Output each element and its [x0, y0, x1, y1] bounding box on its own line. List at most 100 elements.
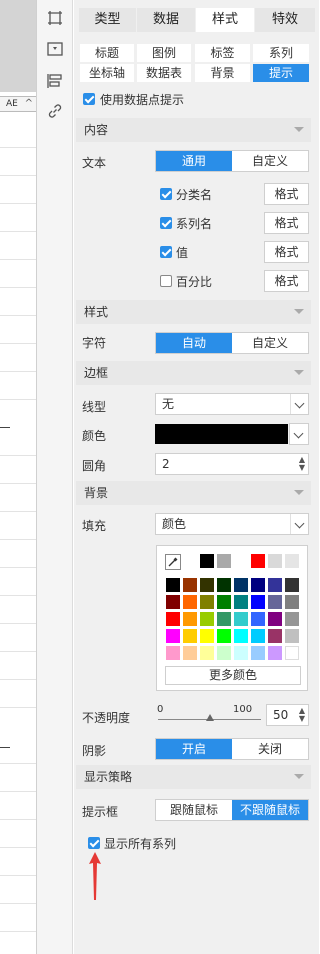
recent-color-swatch[interactable] [217, 554, 231, 568]
palette-color-swatch[interactable] [183, 612, 197, 626]
palette-color-swatch[interactable] [200, 578, 214, 592]
palette-color-swatch[interactable] [217, 629, 231, 643]
category-name-checkbox[interactable] [160, 188, 172, 200]
subtab-series[interactable]: 系列 [253, 44, 309, 62]
chevron-down-icon[interactable] [290, 424, 308, 444]
use-datapoint-tip-checkbox[interactable] [83, 93, 95, 105]
value-format-button[interactable]: 格式 [264, 241, 309, 263]
section-style[interactable]: 样式 [76, 300, 311, 324]
subtab-background[interactable]: 背景 [195, 64, 250, 82]
collapse-caret-icon[interactable] [294, 127, 304, 132]
radius-input[interactable]: 2 ▲ ▼ [155, 453, 309, 475]
palette-color-swatch[interactable] [200, 646, 214, 660]
fill-select[interactable]: 颜色 [155, 513, 309, 535]
char-mode-custom[interactable]: 自定义 [232, 333, 308, 353]
palette-color-swatch[interactable] [234, 629, 248, 643]
palette-color-swatch[interactable] [285, 612, 299, 626]
recent-color-swatch[interactable] [234, 554, 248, 568]
series-name-checkbox[interactable] [160, 217, 172, 229]
palette-color-swatch[interactable] [217, 595, 231, 609]
tab-style[interactable]: 样式 [196, 8, 254, 32]
palette-color-swatch[interactable] [200, 612, 214, 626]
palette-color-swatch[interactable] [234, 595, 248, 609]
palette-color-swatch[interactable] [234, 612, 248, 626]
chevron-down-icon[interactable] [290, 514, 308, 534]
section-border[interactable]: 边框 [76, 361, 311, 385]
palette-color-swatch[interactable] [234, 578, 248, 592]
border-color-dropdown[interactable] [289, 423, 309, 445]
series-name-format-button[interactable]: 格式 [264, 212, 309, 234]
opacity-input[interactable]: 50 ▲ ▼ [266, 704, 309, 726]
text-mode-custom[interactable]: 自定义 [232, 151, 308, 171]
subtab-legend[interactable]: 图例 [137, 44, 191, 62]
frame-icon[interactable] [46, 9, 64, 27]
collapse-caret-icon[interactable] [294, 774, 304, 779]
eyedropper-icon[interactable] [165, 554, 181, 570]
palette-color-swatch[interactable] [251, 612, 265, 626]
opacity-slider-thumb[interactable] [205, 714, 214, 721]
palette-color-swatch[interactable] [166, 612, 180, 626]
palette-color-swatch[interactable] [217, 578, 231, 592]
subtab-label[interactable]: 标签 [195, 44, 250, 62]
palette-color-swatch[interactable] [183, 578, 197, 592]
collapse-caret-icon[interactable] [294, 370, 304, 375]
tab-data[interactable]: 数据 [137, 8, 195, 32]
layout-icon[interactable] [46, 72, 64, 90]
chevron-down-icon[interactable] [290, 394, 308, 414]
tipbox-follow-mouse[interactable]: 跟随鼠标 [156, 800, 232, 820]
palette-color-swatch[interactable] [251, 646, 265, 660]
palette-color-swatch[interactable] [166, 595, 180, 609]
dropdown-box-icon[interactable] [46, 40, 64, 58]
palette-color-swatch[interactable] [285, 595, 299, 609]
show-all-series-checkbox[interactable] [88, 837, 100, 849]
palette-color-swatch[interactable] [166, 629, 180, 643]
category-name-format-button[interactable]: 格式 [264, 183, 309, 205]
palette-color-swatch[interactable] [200, 595, 214, 609]
tab-effects[interactable]: 特效 [255, 8, 315, 32]
palette-color-swatch[interactable] [268, 578, 282, 592]
palette-color-swatch[interactable] [166, 646, 180, 660]
subtab-tooltip[interactable]: 提示 [253, 64, 309, 82]
recent-color-swatch[interactable] [251, 554, 265, 568]
value-checkbox[interactable] [160, 246, 172, 258]
collapse-caret-icon[interactable] [294, 309, 304, 314]
palette-color-swatch[interactable] [183, 629, 197, 643]
percentage-checkbox[interactable] [160, 275, 172, 287]
palette-color-swatch[interactable] [217, 646, 231, 660]
percentage-format-button[interactable]: 格式 [264, 270, 309, 292]
tab-type[interactable]: 类型 [79, 8, 136, 32]
section-display-strategy[interactable]: 显示策略 [76, 765, 311, 789]
more-colors-button[interactable]: 更多颜色 [165, 666, 301, 685]
subtab-axis[interactable]: 坐标轴 [80, 64, 134, 82]
palette-color-swatch[interactable] [251, 595, 265, 609]
palette-color-swatch[interactable] [234, 646, 248, 660]
text-mode-general[interactable]: 通用 [156, 151, 232, 171]
recent-color-swatch[interactable] [200, 554, 214, 568]
palette-color-swatch[interactable] [251, 578, 265, 592]
palette-color-swatch[interactable] [217, 612, 231, 626]
column-header[interactable]: AE ^ [0, 96, 36, 112]
chevron-up-icon[interactable]: ^ [25, 97, 33, 111]
recent-color-swatch[interactable] [268, 554, 282, 568]
spinner-icon[interactable]: ▲ ▼ [299, 707, 305, 723]
link-icon[interactable] [46, 102, 64, 120]
recent-color-swatch[interactable] [285, 554, 299, 568]
subtab-datatable[interactable]: 数据表 [137, 64, 191, 82]
palette-color-swatch[interactable] [251, 629, 265, 643]
tipbox-no-follow-mouse[interactable]: 不跟随鼠标 [232, 800, 308, 820]
subtab-title[interactable]: 标题 [80, 44, 134, 62]
palette-color-swatch[interactable] [268, 612, 282, 626]
palette-color-swatch[interactable] [268, 646, 282, 660]
collapse-caret-icon[interactable] [294, 490, 304, 495]
line-type-select[interactable]: 无 [155, 393, 309, 415]
palette-color-swatch[interactable] [166, 578, 180, 592]
palette-color-swatch[interactable] [285, 629, 299, 643]
palette-color-swatch[interactable] [268, 629, 282, 643]
palette-color-swatch[interactable] [285, 646, 299, 660]
palette-color-swatch[interactable] [183, 646, 197, 660]
section-content[interactable]: 内容 [76, 118, 311, 142]
palette-color-swatch[interactable] [268, 595, 282, 609]
section-background[interactable]: 背景 [76, 481, 311, 505]
palette-color-swatch[interactable] [285, 578, 299, 592]
palette-color-swatch[interactable] [183, 595, 197, 609]
